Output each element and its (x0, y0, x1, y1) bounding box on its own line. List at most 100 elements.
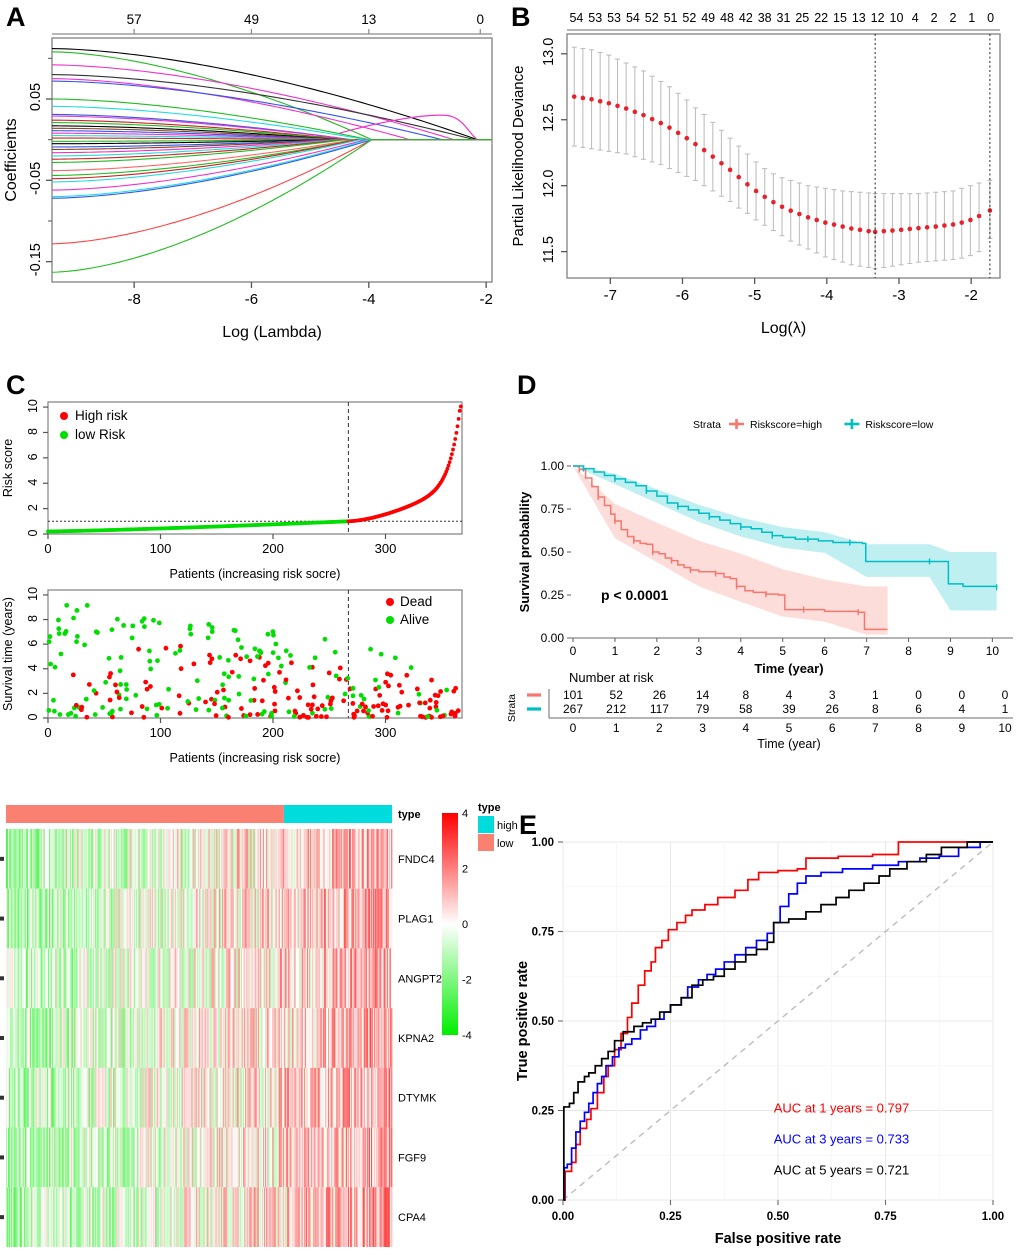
deviance-point (597, 98, 603, 104)
y-tick-label: 0 (26, 529, 40, 536)
survival-point (255, 712, 261, 717)
survival-point (440, 713, 446, 719)
survival-point (375, 703, 381, 709)
survival-point (417, 700, 422, 706)
survival-point (396, 682, 402, 688)
survival-point (86, 682, 92, 687)
deviance-point (719, 160, 724, 166)
y-tick-label: 6 (26, 453, 40, 460)
y-tick-label: 0.50 (532, 1016, 554, 1028)
deviance-point (580, 95, 586, 101)
survival-point (308, 706, 314, 712)
type-annotation-label: type (398, 809, 421, 821)
survival-point (286, 709, 292, 715)
survival-point (108, 671, 113, 676)
survival-point (136, 646, 141, 652)
survival-point (283, 648, 289, 654)
y-tick-label: 10 (26, 399, 40, 413)
y-tick-label: 12.0 (541, 170, 557, 198)
row-dendrogram-marker (0, 916, 4, 921)
y-tick-label: 0.05 (28, 83, 44, 111)
x-tick-label: -2 (479, 291, 492, 308)
strata-legend-title: Strata (693, 419, 721, 431)
x-axis-label: Patients (increasing risk socre) (170, 751, 341, 765)
survival-point (270, 650, 276, 656)
survival-point (84, 714, 90, 720)
survival-point (166, 686, 171, 692)
survival-point (319, 703, 325, 709)
survival-point (147, 658, 153, 664)
survival-point (82, 642, 87, 648)
deviance-point (857, 227, 863, 233)
survival-point (311, 694, 317, 700)
top-tick-label: 49 (244, 12, 259, 27)
auc-annotation: AUC at 3 years = 0.733 (774, 1131, 910, 1146)
survival-point (48, 661, 54, 667)
x-tick-label: 3 (695, 644, 702, 658)
top-tick-label: 2 (931, 11, 938, 25)
risk-table-cell: 1 (872, 688, 879, 702)
survival-point (313, 713, 319, 719)
deviance-point (866, 228, 871, 234)
survival-point (275, 655, 281, 661)
survival-point (322, 636, 328, 642)
survival-point (363, 704, 368, 710)
survival-point (326, 670, 332, 676)
survival-point (305, 702, 311, 708)
heatmap-cell (390, 888, 393, 949)
survival-point (309, 702, 315, 708)
survival-point (248, 698, 254, 703)
survival-point (56, 631, 62, 636)
survival-point (121, 623, 127, 628)
deviance-point (623, 106, 629, 111)
deviance-point (916, 225, 921, 231)
survival-point (257, 648, 262, 654)
survival-point (433, 700, 439, 705)
risk-table-time-tick: 7 (872, 721, 879, 735)
top-tick-label: 4 (912, 11, 919, 25)
survival-point (366, 708, 371, 714)
survival-point (378, 651, 384, 657)
survival-point (350, 685, 356, 691)
survival-point (71, 615, 76, 621)
risk-table-cell: 8 (742, 688, 749, 702)
risk-table-cell: 101 (563, 688, 583, 702)
gene-row-label: FNDC4 (398, 854, 435, 866)
survival-point (294, 688, 300, 694)
heatmap-plot: type FNDC4 PLAG1 ANGPT2 KPNA2 DTYMK FGF9 CPA4 4 2… (0, 802, 518, 1247)
survival-point (177, 648, 183, 653)
survival-point (177, 710, 183, 716)
type-legend-title: type (478, 802, 501, 814)
survival-point (156, 620, 162, 626)
risk-point (451, 447, 455, 452)
y-tick-label: 0.25 (532, 1106, 555, 1118)
survival-point (333, 673, 339, 679)
survival-point (380, 701, 386, 707)
survival-point (239, 645, 244, 650)
y-tick-label: 0 (26, 713, 40, 720)
survival-point (289, 660, 294, 666)
x-tick-label: -8 (127, 291, 140, 308)
top-tick-label: 13 (361, 12, 376, 27)
survival-point (196, 696, 202, 701)
survival-point (123, 696, 129, 702)
x-tick-label: 7 (863, 644, 870, 658)
risk-point (449, 452, 454, 457)
y-axis-label: Partial Likelihood Deviance (510, 66, 527, 247)
survival-point (422, 700, 428, 706)
survival-point (270, 629, 276, 635)
survival-point (74, 607, 80, 613)
panel-b: B -7 -6 -5 -4 -3 -2 11.5 12.0 12.5 13.0 54 53 53 54 52… (505, 0, 1020, 340)
deviance-point (762, 194, 768, 200)
row-dendrogram-marker (0, 856, 4, 861)
survival-point (376, 684, 382, 690)
survival-point (124, 687, 130, 692)
survival-point (416, 691, 422, 697)
deviance-point (693, 141, 698, 147)
survival-point (310, 682, 316, 688)
survival-point (91, 688, 97, 694)
top-tick-label: 22 (814, 11, 828, 25)
survival-point (73, 713, 78, 719)
survival-point (278, 663, 284, 669)
risk-table-cell: 0 (958, 688, 965, 702)
